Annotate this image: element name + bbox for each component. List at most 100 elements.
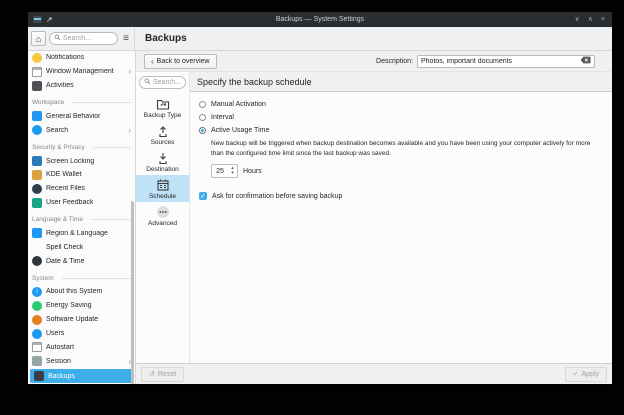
back-button-label: Back to overview (157, 58, 210, 65)
reset-button[interactable]: ↺ Reset (141, 367, 184, 382)
sidebar-item-label: Date & Time (46, 258, 85, 265)
sidebar-item-icon (32, 67, 42, 77)
search-placeholder: Search... (153, 79, 181, 86)
apply-button[interactable]: ✓ Apply (565, 367, 607, 382)
spin-down-icon[interactable]: ▾ (231, 171, 234, 176)
sidebar-item-label: Backups (48, 373, 75, 380)
sidebar-item-label: Language & Time (32, 216, 83, 223)
sidebar-item-window-management[interactable]: Window Management › (28, 65, 135, 79)
radio-label: Interval (211, 114, 234, 121)
sidebar-item-label: About this System (46, 288, 102, 295)
system-settings-window: Backups — System Settings ∨ ∧ × ⌂ Search… (28, 12, 612, 384)
sidebar-item-label: Security & Privacy (32, 144, 85, 151)
radio-option-interval[interactable]: Interval (199, 111, 602, 124)
apply-check-icon: ✓ (573, 370, 579, 378)
plan-nav-label: Schedule (149, 193, 176, 200)
sources-icon (156, 124, 170, 138)
sidebar-item-icon (32, 184, 42, 194)
sidebar-item-icon (32, 156, 42, 166)
sidebar-item-icon (32, 81, 42, 91)
sidebar-item-backups[interactable]: Backups (30, 369, 132, 383)
sidebar-item-label: General Behavior (46, 113, 100, 120)
schedule-radio-group: Manual Activation Interval A (199, 98, 602, 137)
sidebar-item-language-time: Language & Time (28, 210, 135, 227)
sidebar-item-screen-locking[interactable]: Screen Locking (28, 154, 135, 168)
sidebar-item-users[interactable]: Users (28, 327, 135, 341)
plan-nav-item-schedule[interactable]: Schedule (136, 175, 189, 202)
hours-value: 25 (212, 165, 228, 177)
confirmation-checkbox-row[interactable]: ✓ Ask for confirmation before saving bac… (199, 192, 602, 200)
sidebar-toolbar: ⌂ Search... ≡ (28, 27, 135, 50)
apply-label: Apply (581, 371, 599, 378)
sidebar-item-session[interactable]: Session › (28, 354, 135, 368)
sidebar-item-label: Users (46, 330, 64, 337)
chevron-right-icon: › (128, 67, 131, 76)
sidebar-item-notifications[interactable]: Notifications (28, 51, 135, 65)
sidebar-item-security-privacy: Security & Privacy (28, 137, 135, 154)
content-area: ‹ Back to overview Description: Photos, … (136, 51, 612, 384)
plan-nav-item-destination[interactable]: Destination (136, 148, 189, 175)
sidebar-item-system: System (28, 268, 135, 285)
sidebar-item-icon (32, 228, 42, 238)
radio-option-active-usage-time[interactable]: Active Usage Time (199, 124, 602, 137)
radio-icon (199, 101, 206, 108)
sidebar-item-label: Workspace (32, 99, 64, 106)
sidebar-item-activities[interactable]: Activities (28, 79, 135, 93)
clear-text-icon[interactable] (580, 56, 591, 66)
schedule-description: New backup will be triggered when backup… (211, 139, 602, 159)
destination-icon (156, 151, 170, 165)
sidebar-item-kde-wallet[interactable]: KDE Wallet (28, 168, 135, 182)
home-button[interactable]: ⌂ (31, 31, 46, 46)
hours-spinbox[interactable]: 25 ▴ ▾ (211, 164, 238, 178)
sidebar-item-icon: i (32, 287, 42, 297)
back-to-overview-button[interactable]: ‹ Back to overview (144, 54, 217, 69)
sidebar-item-autostart[interactable]: Autostart (28, 341, 135, 355)
description-value: Photos, important documents (421, 58, 577, 65)
sidebar-item-about-this-system[interactable]: i About this System (28, 285, 135, 299)
sidebar-item-energy-saving[interactable]: Energy Saving (28, 299, 135, 313)
sidebar-item-date-time[interactable]: Date & Time (28, 254, 135, 268)
sidebar-item-spell-check[interactable]: A Spell Check (28, 240, 135, 254)
checkbox-checked-icon[interactable]: ✓ (199, 192, 207, 200)
sidebar-item-recent-files[interactable]: Recent Files (28, 182, 135, 196)
search-placeholder: Search... (63, 35, 91, 42)
sidebar-search-input[interactable]: Search... (49, 32, 118, 45)
sidebar-item-icon (32, 125, 42, 135)
page-title: Backups (135, 33, 187, 44)
reset-icon: ↺ (149, 370, 155, 378)
sidebar-item-icon (32, 111, 42, 121)
window-title: Backups — System Settings (28, 16, 612, 23)
hamburger-menu-icon[interactable]: ≡ (123, 33, 129, 44)
radio-option-manual-activation[interactable]: Manual Activation (199, 98, 602, 111)
sidebar-scrollbar[interactable] (131, 201, 134, 384)
plan-nav-item-advanced[interactable]: Advanced (136, 202, 189, 229)
radio-label: Manual Activation (211, 101, 266, 108)
sidebar-item-label: Activities (46, 82, 74, 89)
sidebar-item-search[interactable]: Search › (28, 123, 135, 137)
plan-nav-label: Destination (146, 166, 179, 173)
schedule-icon (156, 178, 170, 192)
description-input[interactable]: Photos, important documents (417, 55, 595, 68)
sidebar-item-general-behavior[interactable]: General Behavior (28, 110, 135, 124)
chevron-right-icon: › (128, 126, 131, 135)
schedule-panel: Manual Activation Interval A (190, 92, 612, 363)
titlebar[interactable]: Backups — System Settings ∨ ∧ × (28, 12, 612, 27)
checkbox-label: Ask for confirmation before saving backu… (212, 193, 342, 200)
sidebar-item-user-feedback[interactable]: User Feedback (28, 196, 135, 210)
reset-label: Reset (158, 371, 176, 378)
close-button[interactable]: × (601, 16, 605, 23)
minimize-button[interactable]: ∨ (575, 16, 580, 23)
maximize-button[interactable]: ∧ (588, 16, 593, 23)
sidebar-item-label: Search (46, 127, 68, 134)
plan-header-row: ‹ Back to overview Description: Photos, … (136, 51, 612, 72)
sidebar-item-label: User Feedback (46, 199, 93, 206)
plan-nav-item-sources[interactable]: Sources (136, 121, 189, 148)
sidebar-item-region-language[interactable]: Region & Language (28, 227, 135, 241)
plan-nav-item-backup-type[interactable]: Backup Type (136, 94, 189, 121)
sidebar-item-software-update[interactable]: Software Update (28, 313, 135, 327)
plan-search-input[interactable]: Search... (139, 76, 186, 89)
section-header: Specify the backup schedule (190, 72, 612, 92)
sidebar-item-label: Notifications (46, 54, 84, 61)
description-label: Description: (376, 58, 413, 65)
plan-nav-label: Backup Type (144, 112, 181, 119)
